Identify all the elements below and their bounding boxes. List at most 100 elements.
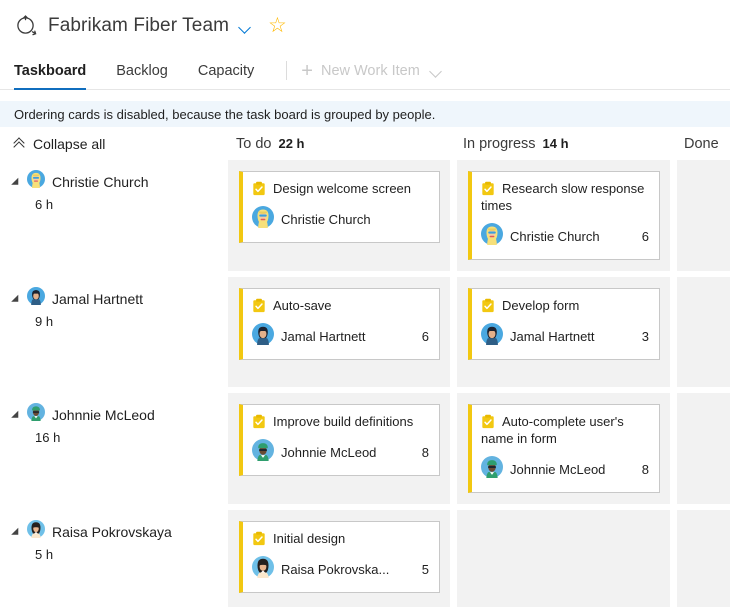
- cell-in-progress[interactable]: Research slow response times Christie Ch…: [457, 160, 670, 271]
- tab-backlog[interactable]: Backlog: [116, 52, 182, 89]
- avatar: [481, 323, 503, 350]
- task-clipboard-icon: [481, 414, 495, 429]
- expander-triangle-icon[interactable]: [11, 177, 22, 188]
- collapse-all-label: Collapse all: [33, 136, 105, 152]
- card-hours: 8: [412, 445, 429, 460]
- card-hours: 6: [632, 229, 649, 244]
- tab-taskboard[interactable]: Taskboard: [14, 52, 100, 89]
- task-card[interactable]: Research slow response times Christie Ch…: [468, 171, 660, 260]
- person-hours: 5 h: [35, 547, 228, 562]
- task-clipboard-icon: [252, 531, 266, 546]
- column-label: To do: [236, 136, 271, 152]
- collapse-all-button[interactable]: Collapse all: [0, 136, 228, 152]
- card-title: Initial design: [252, 530, 429, 547]
- card-hours: 6: [412, 329, 429, 344]
- tab-capacity[interactable]: Capacity: [198, 52, 268, 89]
- page-title: Fabrikam Fiber Team: [48, 15, 229, 37]
- person-hours: 6 h: [35, 197, 228, 212]
- card-assignee: Raisa Pokrovska...: [281, 562, 389, 577]
- card-title: Develop form: [481, 297, 649, 314]
- card-assignee: Christie Church: [510, 229, 600, 244]
- card-title: Auto-save: [252, 297, 429, 314]
- avatar: [27, 287, 45, 310]
- cell-todo[interactable]: Initial design Raisa Pokrovska... 5: [228, 510, 450, 607]
- card-footer: Raisa Pokrovska... 5: [252, 556, 429, 583]
- card-hours: 5: [412, 562, 429, 577]
- expander-triangle-icon[interactable]: [11, 294, 22, 305]
- expander-triangle-icon[interactable]: [11, 410, 22, 421]
- card-assignee: Christie Church: [281, 212, 371, 227]
- cell-todo[interactable]: Improve build definitions Johnnie McLeod…: [228, 393, 450, 504]
- board-row: Jamal Hartnett 9 h Auto-save Jamal Hartn…: [0, 277, 730, 388]
- person-name: Christie Church: [52, 174, 148, 190]
- cell-in-progress[interactable]: Develop form Jamal Hartnett 3: [457, 277, 670, 387]
- column-hours: 14 h: [543, 136, 569, 151]
- avatar: [27, 170, 45, 193]
- avatar: [481, 456, 503, 483]
- card-assignee: Jamal Hartnett: [510, 329, 595, 344]
- task-card[interactable]: Auto-save Jamal Hartnett 6: [239, 288, 440, 360]
- task-card[interactable]: Design welcome screen Christie Church: [239, 171, 440, 243]
- cell-in-progress[interactable]: [457, 510, 670, 607]
- board-row: Johnnie McLeod 16 h Improve build defini…: [0, 393, 730, 505]
- person-line: Christie Church: [14, 170, 228, 193]
- card-footer: Johnnie McLeod 8: [252, 439, 429, 466]
- row-person-1[interactable]: Jamal Hartnett 9 h: [0, 277, 228, 387]
- person-name: Johnnie McLeod: [52, 407, 155, 423]
- tab-bar: Taskboard Backlog Capacity + New Work It…: [0, 52, 730, 90]
- cell-done[interactable]: [677, 277, 730, 387]
- cell-todo[interactable]: Design welcome screen Christie Church: [228, 160, 450, 271]
- avatar: [252, 556, 274, 583]
- avatar: [252, 323, 274, 350]
- task-card[interactable]: Develop form Jamal Hartnett 3: [468, 288, 660, 360]
- cell-done[interactable]: [677, 393, 730, 504]
- avatar: [481, 223, 503, 250]
- card-assignee: Johnnie McLeod: [510, 462, 605, 477]
- column-label: In progress: [463, 136, 536, 152]
- cell-todo[interactable]: Auto-save Jamal Hartnett 6: [228, 277, 450, 387]
- row-person-2[interactable]: Johnnie McLeod 16 h: [0, 393, 228, 504]
- card-assignee: Jamal Hartnett: [281, 329, 366, 344]
- column-header-done: Done: [684, 136, 719, 152]
- task-clipboard-icon: [252, 414, 266, 429]
- chevron-down-icon[interactable]: [239, 21, 252, 34]
- avatar: [252, 439, 274, 466]
- notice-text: Ordering cards is disabled, because the …: [14, 107, 435, 122]
- person-name: Jamal Hartnett: [52, 291, 143, 307]
- card-footer: Christie Church: [252, 206, 429, 233]
- new-work-item-button[interactable]: + New Work Item: [301, 52, 443, 89]
- task-clipboard-icon: [481, 181, 495, 196]
- cell-done[interactable]: [677, 510, 730, 607]
- column-header-todo: To do 22 h: [236, 136, 305, 152]
- avatar: [27, 403, 45, 426]
- card-footer: Jamal Hartnett 6: [252, 323, 429, 350]
- board-row: Raisa Pokrovskaya 5 h Initial design Rai…: [0, 510, 730, 607]
- avatar: [252, 206, 274, 233]
- card-footer: Christie Church 6: [481, 223, 649, 250]
- row-person-3[interactable]: Raisa Pokrovskaya 5 h: [0, 510, 228, 607]
- board-row: Christie Church 6 h Design welcome scree…: [0, 160, 730, 272]
- card-footer: Jamal Hartnett 3: [481, 323, 649, 350]
- card-title: Improve build definitions: [252, 413, 429, 430]
- chevron-down-icon[interactable]: [430, 65, 443, 78]
- column-header-in-progress: In progress 14 h: [463, 136, 569, 152]
- new-work-item-label: New Work Item: [321, 63, 420, 79]
- card-title: Design welcome screen: [252, 180, 429, 197]
- card-title: Research slow response times: [481, 180, 649, 214]
- task-card[interactable]: Improve build definitions Johnnie McLeod…: [239, 404, 440, 476]
- board-header: Collapse all To do 22 h In progress 14 h…: [0, 127, 730, 160]
- person-hours: 16 h: [35, 430, 228, 445]
- card-assignee: Johnnie McLeod: [281, 445, 376, 460]
- expander-triangle-icon[interactable]: [11, 527, 22, 538]
- card-hours: 3: [632, 329, 649, 344]
- cell-done[interactable]: [677, 160, 730, 271]
- avatar: [27, 520, 45, 543]
- plus-icon: +: [301, 61, 313, 81]
- row-person-0[interactable]: Christie Church 6 h: [0, 160, 228, 271]
- person-line: Jamal Hartnett: [14, 287, 228, 310]
- task-card[interactable]: Auto-complete user's name in form Johnni…: [468, 404, 660, 493]
- task-card[interactable]: Initial design Raisa Pokrovska... 5: [239, 521, 440, 593]
- star-outline-icon[interactable]: ☆: [268, 15, 287, 36]
- cell-in-progress[interactable]: Auto-complete user's name in form Johnni…: [457, 393, 670, 504]
- person-hours: 9 h: [35, 314, 228, 329]
